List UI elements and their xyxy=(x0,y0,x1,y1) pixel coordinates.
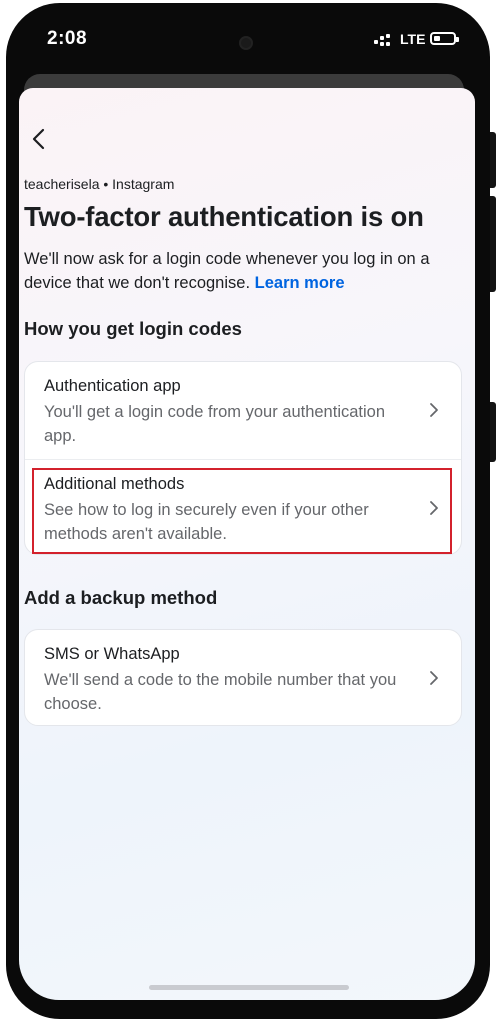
authentication-app-row[interactable]: Authentication app You'll get a login co… xyxy=(25,362,461,459)
chevron-right-icon xyxy=(430,403,438,417)
chevron-right-icon xyxy=(430,671,438,685)
side-button-action xyxy=(490,132,496,188)
front-camera xyxy=(239,36,253,50)
row-title: SMS or WhatsApp xyxy=(44,645,180,663)
highlight-box xyxy=(32,468,452,554)
backup-card: SMS or WhatsApp We'll send a code to the… xyxy=(24,629,462,726)
side-button-volume xyxy=(490,196,496,292)
learn-more-link[interactable]: Learn more xyxy=(255,274,345,292)
chevron-left-icon xyxy=(32,128,45,150)
status-bar: 2:08 LTE xyxy=(0,0,497,76)
two-factor-screen: teacherisela • Instagram Two-factor auth… xyxy=(19,88,475,1000)
side-button-power xyxy=(490,402,496,462)
status-time: 2:08 xyxy=(47,28,88,49)
section-heading-login-codes: How you get login codes xyxy=(24,318,242,339)
account-label: teacherisela • Instagram xyxy=(24,176,175,192)
row-title: Authentication app xyxy=(44,377,181,395)
network-type: LTE xyxy=(400,31,426,47)
signal-icon xyxy=(374,34,396,48)
description-text: We'll now ask for a login code whenever … xyxy=(24,250,430,292)
battery-icon xyxy=(430,32,459,45)
row-subtitle: We'll send a code to the mobile number t… xyxy=(44,671,397,713)
page-description: We'll now ask for a login code whenever … xyxy=(24,247,464,295)
section-heading-backup: Add a backup method xyxy=(24,587,218,608)
page-title: Two-factor authentication is on xyxy=(24,201,424,232)
row-subtitle: You'll get a login code from your authen… xyxy=(44,403,386,445)
sms-whatsapp-row[interactable]: SMS or WhatsApp We'll send a code to the… xyxy=(25,630,461,727)
back-button[interactable] xyxy=(25,124,55,154)
home-indicator[interactable] xyxy=(149,985,349,990)
